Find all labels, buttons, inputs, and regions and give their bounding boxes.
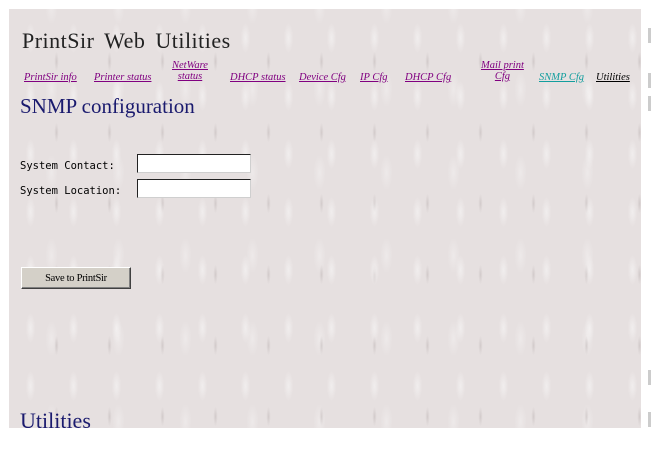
app-title: PrintSir Web Utilities: [22, 28, 231, 53]
nav-link-device-cfg[interactable]: Device Cfg: [299, 72, 346, 83]
nav-link-mail-print-cfg[interactable]: Mail print Cfg: [481, 60, 524, 82]
system-contact-input[interactable]: [137, 154, 251, 173]
system-location-input[interactable]: [137, 179, 251, 198]
system-location-label: System Location:: [20, 185, 122, 197]
nav-link-netware-status[interactable]: NetWare status: [172, 60, 208, 82]
nav-link-dhcp-cfg[interactable]: DHCP Cfg: [405, 72, 451, 83]
browser-content-frame: PrintSir Web Utilities PrintSir info Pri…: [9, 9, 641, 428]
save-to-printsir-button[interactable]: Save to PrintSir: [21, 267, 131, 289]
system-contact-label: System Contact:: [20, 160, 115, 172]
scrollbar-tick: [648, 370, 651, 385]
page-title: SNMP configuration: [20, 94, 195, 118]
scrollbar-tick: [648, 96, 651, 111]
nav-link-utilities[interactable]: Utilities: [596, 72, 630, 83]
top-nav: PrintSir info Printer status NetWare stat…: [9, 59, 641, 95]
utilities-section-heading: Utilities: [20, 408, 91, 428]
nav-link-printsir-info[interactable]: PrintSir info: [24, 72, 77, 83]
scrollbar-tick: [648, 73, 651, 88]
nav-link-dhcp-status[interactable]: DHCP status: [230, 72, 286, 83]
nav-link-snmp-cfg[interactable]: SNMP Cfg: [539, 72, 584, 83]
scrollbar-tick: [648, 412, 651, 427]
nav-link-ip-cfg[interactable]: IP Cfg: [360, 72, 388, 83]
nav-link-printer-status[interactable]: Printer status: [94, 72, 151, 83]
scrollbar-tick: [648, 28, 651, 43]
